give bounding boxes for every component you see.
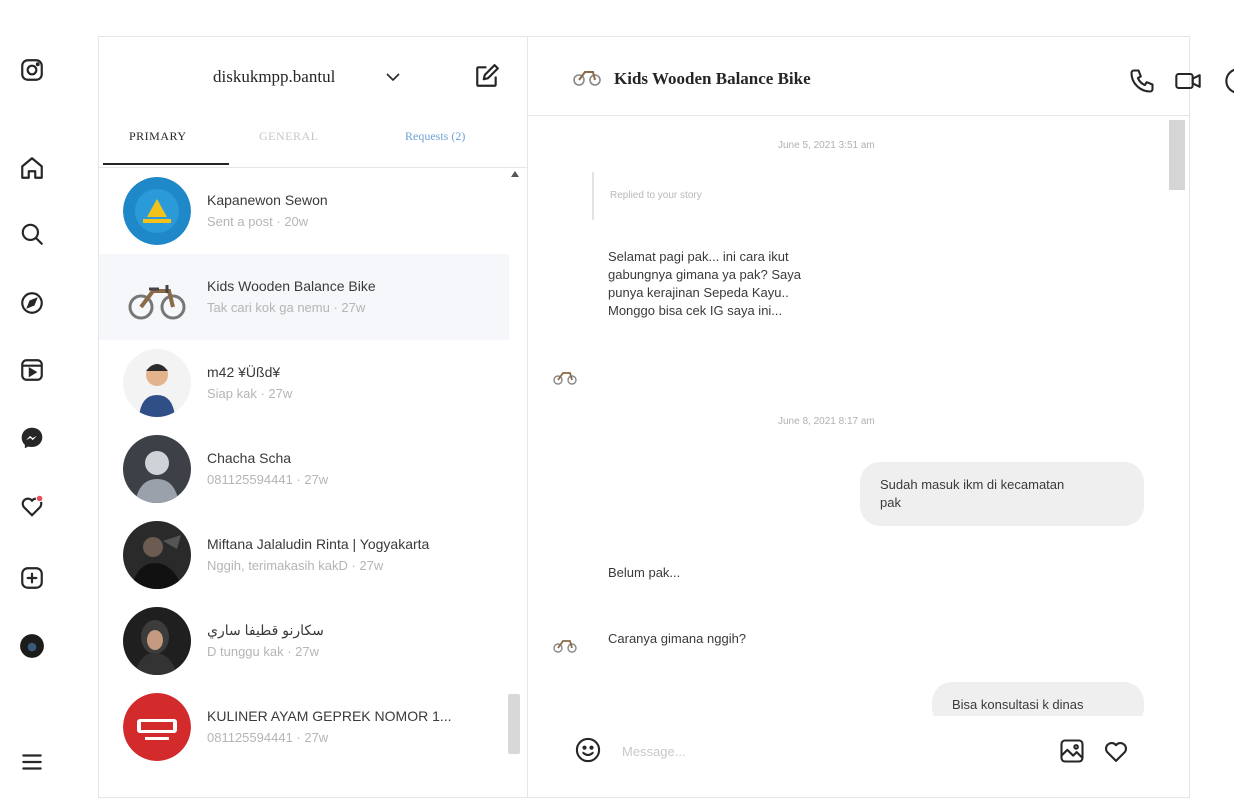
tab-primary[interactable]: PRIMARY bbox=[129, 129, 187, 144]
thread-preview: 081125594441 · 27w bbox=[207, 472, 329, 487]
chat-header: Kids Wooden Balance Bike bbox=[528, 37, 1234, 116]
thread-item[interactable]: Miftana Jalaludin Rinta | Yogyakarta Ngg… bbox=[99, 512, 509, 598]
message-line: Sudah masuk ikm di kecamatan bbox=[880, 477, 1065, 492]
thread-item-active[interactable]: Kids Wooden Balance Bike Tak cari kok ga… bbox=[99, 254, 509, 340]
active-tab-indicator bbox=[103, 163, 229, 165]
home-icon[interactable] bbox=[18, 154, 46, 182]
notifications-heart-icon[interactable] bbox=[18, 492, 46, 520]
thread-preview: 081125594441 · 27w bbox=[207, 730, 329, 745]
incoming-message: Selamat pagi pak... ini cara ikut gabung… bbox=[608, 248, 801, 320]
image-upload-icon[interactable] bbox=[1058, 737, 1086, 765]
chat-title[interactable]: Kids Wooden Balance Bike bbox=[614, 69, 811, 89]
thread-name: Miftana Jalaludin Rinta | Yogyakarta bbox=[207, 536, 430, 552]
avatar bbox=[123, 349, 191, 417]
left-nav-rail bbox=[0, 0, 70, 800]
incoming-message: Belum pak... bbox=[608, 565, 681, 580]
thread-item[interactable]: m42 ¥Üßd¥ Siap kak · 27w bbox=[99, 340, 509, 426]
message-line: pak bbox=[880, 495, 901, 510]
phone-call-icon[interactable] bbox=[1128, 67, 1156, 95]
incoming-message: Caranya gimana nggih? bbox=[608, 631, 747, 646]
thread-name: سكارنو قطيفا ساري bbox=[207, 622, 324, 638]
thread-preview: Tak cari kok ga nemu · 27w bbox=[207, 300, 366, 315]
account-switcher[interactable]: diskukmpp.bantul bbox=[213, 67, 335, 87]
avatar bbox=[123, 521, 191, 589]
thread-item[interactable]: Kapanewon Sewon Sent a post · 20w bbox=[99, 168, 509, 254]
avatar bbox=[123, 177, 191, 245]
thread-item[interactable]: KULINER AYAM GEPREK NOMOR 1... 081125594… bbox=[99, 684, 509, 770]
outgoing-message: Bisa konsultasi k dinas bbox=[932, 682, 1144, 716]
avatar bbox=[123, 693, 191, 761]
chevron-down-icon[interactable] bbox=[386, 71, 400, 83]
conversation-list-header: diskukmpp.bantul bbox=[99, 37, 527, 115]
thread-name: Kids Wooden Balance Bike bbox=[207, 278, 376, 294]
create-icon[interactable] bbox=[18, 564, 46, 592]
thread-name: Kapanewon Sewon bbox=[207, 192, 328, 208]
explore-icon[interactable] bbox=[18, 289, 46, 317]
message-requests-link[interactable]: Requests (2) bbox=[405, 129, 465, 144]
chat-scrollbar[interactable] bbox=[1169, 120, 1185, 190]
avatar bbox=[123, 435, 191, 503]
thread-name: m42 ¥Üßd¥ bbox=[207, 364, 281, 380]
outgoing-message: Sudah masuk ikm di kecamatan pak bbox=[860, 462, 1144, 526]
menu-icon[interactable] bbox=[18, 748, 46, 776]
thread-name: Chacha Scha bbox=[207, 450, 292, 466]
message-line: Selamat pagi pak... ini cara ikut bbox=[608, 249, 789, 264]
thread-preview: Siap kak · 27w bbox=[207, 386, 293, 401]
message-timestamp: June 8, 2021 8:17 am bbox=[778, 416, 875, 427]
chat-avatar[interactable] bbox=[572, 67, 602, 87]
thread-preview: Nggih, terimakasih kakD · 27w bbox=[207, 558, 384, 573]
message-input[interactable] bbox=[620, 739, 1044, 763]
replied-to-story[interactable]: Replied to your story bbox=[592, 172, 810, 220]
direct-messages-panel: diskukmpp.bantul PRIMARY GENERAL Request… bbox=[98, 36, 1234, 798]
reels-icon[interactable] bbox=[18, 356, 46, 384]
conversation-info-icon[interactable] bbox=[1224, 67, 1234, 95]
thread-list-scrollbar[interactable] bbox=[508, 694, 520, 754]
messenger-icon[interactable] bbox=[18, 424, 46, 452]
tab-general[interactable]: GENERAL bbox=[259, 129, 319, 144]
avatar bbox=[123, 263, 191, 331]
thread-list[interactable]: Kapanewon Sewon Sent a post · 20w Kids W… bbox=[99, 168, 527, 797]
new-message-icon[interactable] bbox=[474, 63, 500, 89]
chat-column: Kids Wooden Balance Bike June 5, 2021 3:… bbox=[528, 37, 1234, 797]
instagram-logo-icon[interactable] bbox=[18, 56, 46, 84]
message-line: Monggo bisa cek IG saya ini... bbox=[608, 303, 783, 318]
search-icon[interactable] bbox=[18, 220, 46, 248]
message-line: gabungnya gimana ya pak? Saya bbox=[608, 267, 801, 282]
thread-item[interactable]: Chacha Scha 081125594441 · 27w bbox=[99, 426, 509, 512]
thread-preview: Sent a post · 20w bbox=[207, 214, 309, 229]
message-composer bbox=[558, 725, 1158, 775]
like-heart-icon[interactable] bbox=[1102, 737, 1130, 765]
emoji-icon[interactable] bbox=[574, 736, 602, 764]
message-timestamp: June 5, 2021 3:51 am bbox=[778, 140, 875, 151]
inbox-tabs: PRIMARY GENERAL Requests (2) bbox=[99, 115, 527, 168]
video-call-icon[interactable] bbox=[1174, 67, 1202, 95]
avatar bbox=[123, 607, 191, 675]
sender-avatar bbox=[553, 372, 577, 385]
thread-preview: D tunggu kak · 27w bbox=[207, 644, 320, 659]
message-line: punya kerajinan Sepeda Kayu.. bbox=[608, 285, 789, 300]
sender-avatar bbox=[553, 640, 577, 653]
profile-avatar-icon[interactable] bbox=[18, 632, 46, 660]
conversation-list-column: diskukmpp.bantul PRIMARY GENERAL Request… bbox=[99, 37, 528, 797]
thread-item[interactable]: سكارنو قطيفا ساري D tunggu kak · 27w bbox=[99, 598, 509, 684]
message-thread[interactable]: June 5, 2021 3:51 am Replied to your sto… bbox=[528, 116, 1189, 716]
thread-name: KULINER AYAM GEPREK NOMOR 1... bbox=[207, 708, 452, 724]
scroll-up-arrow-icon[interactable] bbox=[511, 170, 519, 178]
